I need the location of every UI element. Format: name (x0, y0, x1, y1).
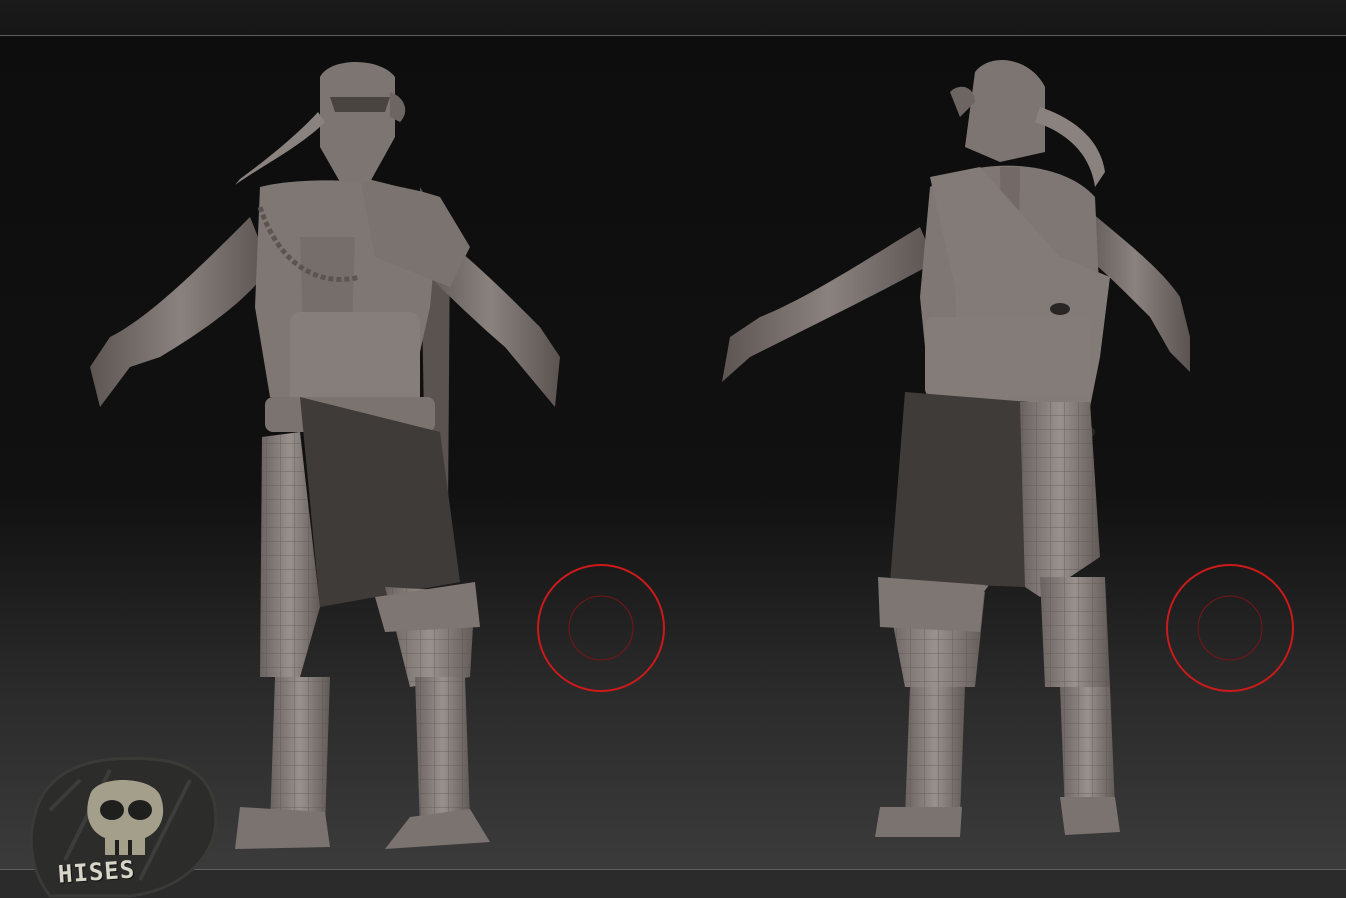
top-toolbar (0, 0, 1346, 36)
logo-text: HISES (57, 855, 137, 889)
zbrush-canvas-window: HISES (0, 0, 1346, 898)
rotation-gizmo-icon[interactable] (1165, 563, 1295, 693)
rotation-gizmo-icon[interactable] (536, 563, 666, 693)
